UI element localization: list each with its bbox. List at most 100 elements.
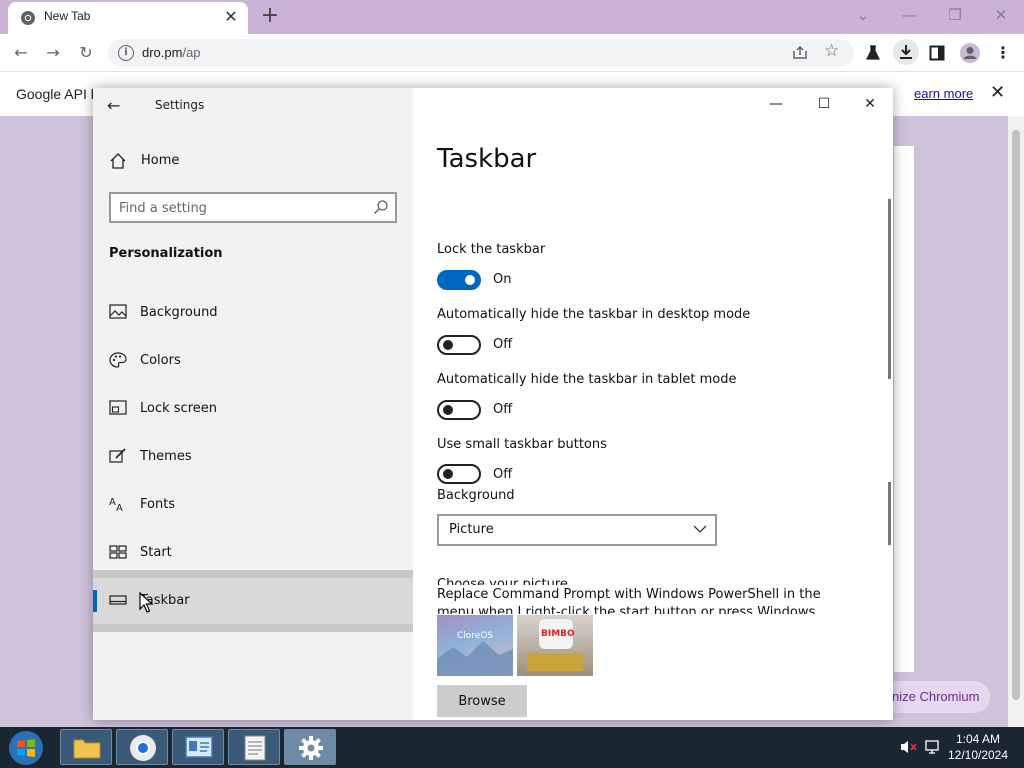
start-button[interactable]: [6, 729, 46, 767]
tab-search-chevron-icon[interactable]: ⌄: [848, 4, 878, 26]
extension-flask-icon[interactable]: [865, 45, 881, 61]
download-icon: [900, 45, 912, 59]
autohide-tablet-toggle[interactable]: [437, 400, 481, 420]
autohide-desktop-state: Off: [493, 337, 513, 352]
font-icon: A A: [109, 497, 123, 512]
infobar-learn-more-link[interactable]: earn more: [914, 86, 973, 101]
browse-button[interactable]: Browse: [437, 685, 527, 717]
folder-icon: [73, 739, 101, 759]
taskbar-notepad-button[interactable]: [228, 729, 280, 765]
taskbar-control-panel-button[interactable]: [172, 729, 224, 765]
tab-close-icon[interactable]: ✕: [222, 8, 240, 26]
windows-logo-icon: [9, 731, 43, 765]
bookmark-star-icon[interactable]: ☆: [824, 41, 839, 61]
start-grid-icon: [109, 545, 127, 559]
svg-text:A: A: [109, 497, 116, 508]
find-setting-box[interactable]: [109, 192, 397, 223]
powershell-replace-text: Replace Command Prompt with Windows Powe…: [437, 587, 821, 614]
nav-item-themes[interactable]: Themes: [93, 434, 413, 480]
thumbnail-floor-graphic: [527, 653, 583, 671]
site-info-icon[interactable]: i: [118, 45, 134, 61]
gear-icon: [299, 736, 323, 760]
settings-content-pane: — ☐ ✕ Taskbar Lock the taskbar On Automa…: [413, 88, 893, 720]
lock-taskbar-label: Lock the taskbar: [437, 242, 546, 257]
clock-date: 12/10/2024: [947, 748, 1009, 762]
address-url[interactable]: dro.pm/ap: [142, 45, 201, 60]
page-scrollbar[interactable]: [1008, 116, 1024, 727]
speaker-muted-icon[interactable]: [900, 739, 918, 755]
settings-minimize-button[interactable]: —: [759, 94, 793, 114]
lock-taskbar-toggle[interactable]: [437, 270, 481, 290]
taskbar-settings-button[interactable]: [284, 729, 336, 765]
nav-home[interactable]: Home: [109, 152, 389, 172]
infobar-close-icon[interactable]: ✕: [990, 82, 1005, 103]
browser-tab[interactable]: New Tab ✕: [8, 2, 248, 34]
browser-close-button[interactable]: ✕: [986, 4, 1016, 26]
infobar-text: Google API k: [16, 86, 98, 102]
downloads-button[interactable]: [893, 39, 919, 65]
profile-avatar-icon[interactable]: [959, 42, 981, 64]
page-title: Taskbar: [437, 144, 537, 174]
nav-item-fonts[interactable]: A A Fonts: [93, 482, 413, 528]
brush-icon: [109, 448, 126, 463]
address-bar[interactable]: i dro.pm/ap ☆: [108, 39, 854, 67]
content-scrollbar-lower[interactable]: [888, 482, 891, 545]
page-scrollbar-thumb[interactable]: [1012, 130, 1020, 700]
nav-item-background[interactable]: Background: [93, 290, 413, 336]
small-buttons-toggle[interactable]: [437, 464, 481, 484]
clock-time: 1:04 AM: [955, 732, 1001, 746]
chevron-down-icon: [693, 525, 707, 533]
small-buttons-state: Off: [493, 467, 513, 482]
nav-item-taskbar[interactable]: Taskbar: [93, 570, 413, 632]
toggle-knob: [465, 275, 475, 285]
chrome-icon: [130, 735, 156, 761]
autohide-desktop-toggle[interactable]: [437, 335, 481, 355]
image-icon: [109, 304, 127, 319]
nav-item-label: Background: [140, 305, 218, 320]
selection-band: [93, 624, 413, 632]
new-tab-button[interactable]: +: [258, 4, 282, 28]
selection-indicator: [93, 590, 97, 612]
nav-home-label: Home: [141, 153, 180, 168]
taskbar-clock[interactable]: 1:04 AM 12/10/2024: [940, 731, 1016, 763]
background-dropdown[interactable]: Picture: [437, 514, 717, 546]
back-arrow-icon[interactable]: ←: [10, 42, 32, 64]
settings-nav-pane: ← Settings Home Personalization Backgrou…: [93, 88, 413, 720]
reload-icon[interactable]: ↻: [75, 42, 97, 64]
find-setting-input[interactable]: [119, 198, 359, 218]
nav-item-colors[interactable]: Colors: [93, 338, 413, 384]
svg-text:A: A: [116, 503, 123, 512]
picture-thumbnail[interactable]: BIMBO: [517, 615, 593, 676]
browser-menu-icon[interactable]: ⋮: [992, 42, 1014, 64]
side-panel-icon[interactable]: [929, 45, 945, 61]
lock-taskbar-state: On: [493, 272, 512, 287]
control-panel-icon: [185, 736, 213, 758]
taskbar-chrome-button[interactable]: [116, 729, 168, 765]
taskbar-file-explorer-button[interactable]: [60, 729, 112, 765]
autohide-tablet-state: Off: [493, 402, 513, 417]
toggle-knob: [443, 340, 453, 350]
share-icon[interactable]: [792, 46, 808, 60]
settings-maximize-button[interactable]: ☐: [807, 94, 841, 114]
content-scrollbar[interactable]: [888, 199, 891, 379]
search-icon[interactable]: [373, 199, 389, 215]
windows-taskbar: 1:04 AM 12/10/2024: [0, 727, 1024, 768]
autohide-tablet-label: Automatically hide the taskbar in tablet…: [437, 372, 737, 387]
picture-thumbnail[interactable]: CloreOS: [437, 615, 513, 676]
forward-arrow-icon[interactable]: →: [42, 42, 64, 64]
settings-back-arrow-icon[interactable]: ←: [107, 96, 120, 115]
browser-tabstrip: New Tab ✕ + ⌄ — ❐ ✕: [0, 0, 1024, 34]
browser-toolbar: ← → ↻ i dro.pm/ap ☆ ⋮: [0, 34, 1024, 72]
nav-item-label: Themes: [140, 449, 192, 464]
mouse-cursor-icon: [139, 592, 153, 613]
selection-band: [93, 570, 413, 578]
browser-restore-button[interactable]: ❐: [940, 4, 970, 26]
taskbar-icon: [109, 595, 127, 605]
settings-close-button[interactable]: ✕: [853, 94, 887, 114]
browser-minimize-button[interactable]: —: [894, 4, 924, 26]
lock-screen-icon: [109, 400, 127, 415]
thumbnail-caption: BIMBO: [541, 629, 575, 639]
palette-icon: [109, 352, 127, 368]
nav-item-lock-screen[interactable]: Lock screen: [93, 386, 413, 432]
background-dropdown-value: Picture: [449, 522, 494, 537]
